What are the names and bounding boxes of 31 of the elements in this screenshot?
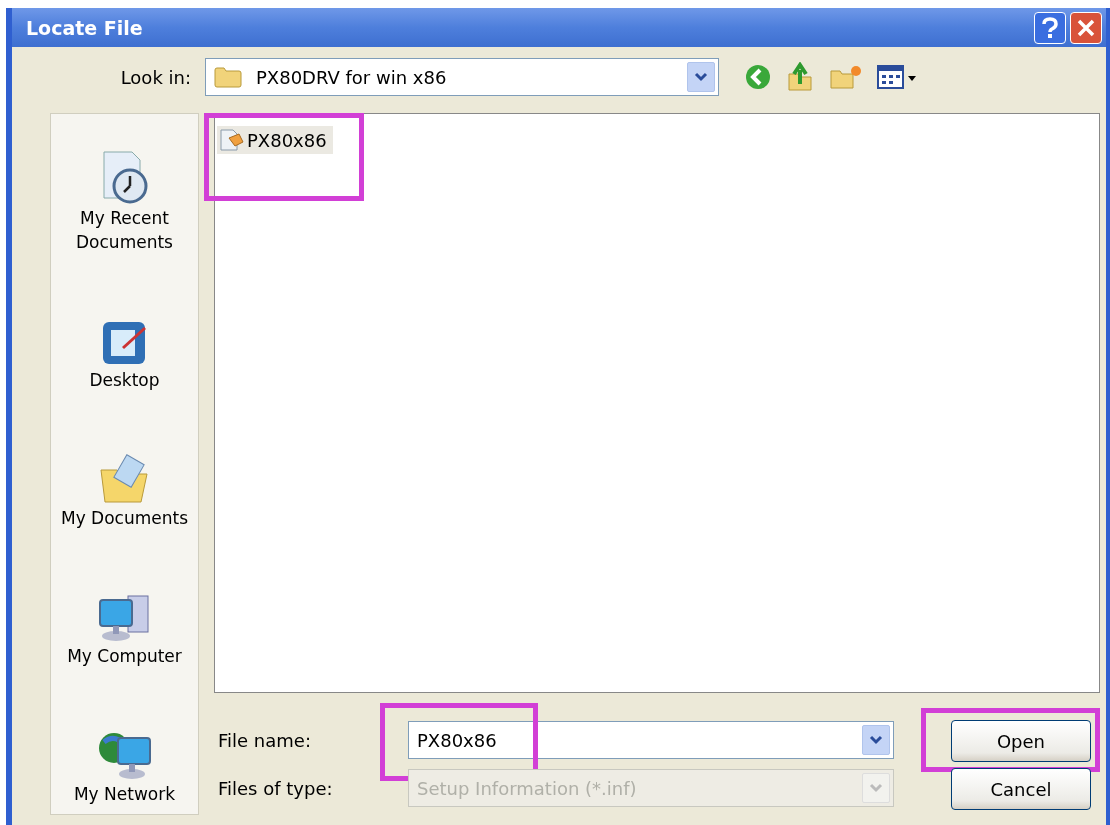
files-of-type-value: Setup Information (*.inf) bbox=[416, 777, 638, 799]
look-in-dropdown[interactable]: PX80DRV for win x86 bbox=[205, 58, 719, 96]
dialog-button[interactable]: Cancel bbox=[951, 768, 1091, 810]
new-folder-icon[interactable] bbox=[829, 63, 863, 91]
dropdown-button[interactable] bbox=[687, 62, 715, 92]
file-item[interactable]: PX80x86 bbox=[217, 126, 333, 154]
up-folder-icon[interactable] bbox=[785, 62, 815, 92]
dialog-button[interactable]: Open bbox=[951, 720, 1091, 762]
help-button[interactable] bbox=[1034, 11, 1066, 44]
places-item[interactable]: Desktop bbox=[51, 261, 198, 400]
places-item[interactable]: My Recent Documents bbox=[51, 114, 198, 262]
places-item[interactable]: My Computer bbox=[51, 537, 198, 676]
question-mark-icon bbox=[1040, 16, 1060, 39]
dropdown-button[interactable] bbox=[862, 725, 890, 755]
folder-icon bbox=[214, 66, 242, 88]
places-item[interactable]: My Documents bbox=[51, 399, 198, 538]
chevron-down-icon bbox=[694, 72, 708, 82]
look-in-label: Look in: bbox=[119, 66, 192, 88]
setup-file-icon bbox=[219, 128, 245, 152]
close-icon bbox=[1076, 17, 1096, 38]
file-name-value: PX80x86 bbox=[416, 729, 498, 751]
places-item[interactable]: My Network bbox=[51, 675, 198, 814]
view-menu-icon[interactable] bbox=[877, 64, 917, 90]
close-button[interactable] bbox=[1070, 11, 1102, 44]
files-of-type-label: Files of type: bbox=[217, 777, 334, 799]
window-title: Locate File bbox=[26, 16, 143, 39]
look-in-value: PX80DRV for win x86 bbox=[255, 66, 448, 88]
file-name-label: File name: bbox=[217, 729, 312, 751]
chevron-down-icon bbox=[869, 783, 883, 793]
chevron-down-icon bbox=[869, 735, 883, 745]
file-name-field[interactable]: PX80x86 bbox=[408, 721, 894, 759]
